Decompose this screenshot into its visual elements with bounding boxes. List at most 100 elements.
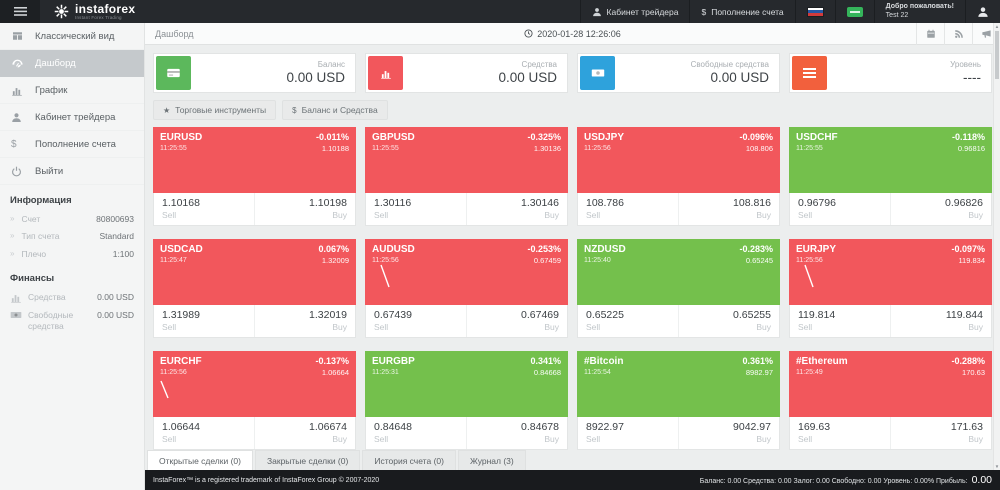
- sell-button[interactable]: 1.30116 Sell: [366, 193, 466, 225]
- tile-head: #Bitcoin 11:25:54 0.361% 8982.97: [577, 351, 780, 417]
- tile-head: #Ethereum 11:25:49 -0.288% 170.63: [789, 351, 992, 417]
- sell-button[interactable]: 0.67439 Sell: [366, 305, 466, 337]
- hamburger-icon: [14, 7, 27, 16]
- sidebar-item-классический-вид[interactable]: Классический вид: [0, 23, 144, 50]
- instrument-tile-audusd[interactable]: AUDUSD 11:25:56 -0.253% 0.67459 0.67439 …: [365, 239, 568, 338]
- scrollbar-thumb[interactable]: [995, 31, 999, 79]
- sell-button[interactable]: 1.10168 Sell: [154, 193, 254, 225]
- sell-button[interactable]: 119.814 Sell: [790, 305, 890, 337]
- instrument-tile-eurusd[interactable]: EURUSD 11:25:55 -0.011% 1.10188 1.10168 …: [153, 127, 356, 226]
- breadcrumb-bar: Дашборд 2020-01-28 12:26:06: [145, 23, 1000, 45]
- chevron-right-icon: »: [10, 249, 14, 258]
- change-percent: -0.096%: [739, 132, 773, 142]
- status-footer: InstaForex™ is a registered trademark of…: [145, 470, 1000, 490]
- buy-button[interactable]: 1.32019 Buy: [254, 305, 355, 337]
- sidebar-item-дашборд[interactable]: Дашборд: [0, 50, 144, 77]
- last-price: 119.834: [951, 256, 985, 265]
- instrument-tile-bitcoin[interactable]: #Bitcoin 11:25:54 0.361% 8982.97 8922.97…: [577, 351, 780, 450]
- breadcrumb: Дашборд: [145, 29, 194, 39]
- finance-rows: Средства 0.00 USD Свободные средства 0.0…: [0, 289, 144, 335]
- dollar-icon: $: [292, 106, 296, 115]
- rss-icon: [954, 29, 964, 39]
- instrument-tile-usdcad[interactable]: USDCAD 11:25:47 0.067% 1.32009 1.31989 S…: [153, 239, 356, 338]
- trading-instruments-button[interactable]: ★ Торговые инструменты: [153, 100, 276, 120]
- app-header: instaforex Instant Forex Trading Кабинет…: [0, 0, 1000, 23]
- tile-head: GBPUSD 11:25:55 -0.325% 1.30136: [365, 127, 568, 193]
- sell-button[interactable]: 169.63 Sell: [790, 417, 890, 449]
- tile-head: NZDUSD 11:25:40 -0.283% 0.65245: [577, 239, 780, 305]
- sidebar-item-выйти[interactable]: Выйти: [0, 158, 144, 185]
- buy-button[interactable]: 0.84678 Buy: [466, 417, 567, 449]
- sidebar-toggle-button[interactable]: [0, 0, 40, 23]
- sell-button[interactable]: 108.786 Sell: [578, 193, 678, 225]
- toolbar: ★ Торговые инструменты $ Баланс и Средст…: [145, 93, 1000, 120]
- sell-button[interactable]: 0.96796 Sell: [790, 193, 890, 225]
- instrument-tile-eurjpy[interactable]: EURJPY 11:25:56 -0.097% 119.834 119.814 …: [789, 239, 992, 338]
- info-section-title: Информация: [0, 185, 144, 211]
- bottom-tabs: Открытые сделки (0) Закрытые сделки (0) …: [145, 450, 1000, 470]
- trader-cabinet-label: Кабинет трейдера: [607, 7, 679, 17]
- sell-button[interactable]: 0.65225 Sell: [578, 305, 678, 337]
- sidebar: Классический вид Дашборд График Кабинет …: [0, 23, 145, 490]
- trading-dashboard: instaforex Instant Forex Trading Кабинет…: [0, 0, 1000, 490]
- sell-button[interactable]: 8922.97 Sell: [578, 417, 678, 449]
- bottom-tab[interactable]: История счета (0): [362, 450, 456, 470]
- payments-menu[interactable]: [835, 0, 874, 23]
- bottom-tab[interactable]: Открытые сделки (0): [147, 450, 253, 470]
- stat-card: Средства 0.00 USD: [365, 53, 568, 93]
- sell-button[interactable]: 0.84648 Sell: [366, 417, 466, 449]
- buy-button[interactable]: 1.30146 Buy: [466, 193, 567, 225]
- trader-cabinet-menu[interactable]: Кабинет трейдера: [580, 0, 690, 23]
- buy-button[interactable]: 1.10198 Buy: [254, 193, 355, 225]
- vertical-scrollbar[interactable]: ▲ ▼: [993, 23, 1000, 470]
- instrument-tile-eurchf[interactable]: EURCHF 11:25:56 -0.137% 1.06664 1.06644 …: [153, 351, 356, 450]
- balance-funds-button[interactable]: $ Баланс и Средства: [282, 100, 388, 120]
- instrument-grid: EURUSD 11:25:55 -0.011% 1.10188 1.10168 …: [145, 120, 1000, 450]
- scroll-down-icon[interactable]: ▼: [994, 464, 1000, 469]
- calendar-icon: [926, 29, 936, 39]
- news-feed-button[interactable]: [944, 23, 972, 45]
- profile-menu[interactable]: [965, 0, 1000, 23]
- instrument-tile-nzdusd[interactable]: NZDUSD 11:25:40 -0.283% 0.65245 0.65225 …: [577, 239, 780, 338]
- calendar-button[interactable]: [916, 23, 944, 45]
- sell-button[interactable]: 1.31989 Sell: [154, 305, 254, 337]
- buy-button[interactable]: 9042.97 Buy: [678, 417, 779, 449]
- change-percent: -0.288%: [951, 356, 985, 366]
- last-price: 0.96816: [952, 144, 985, 153]
- bottom-tab[interactable]: Журнал (3): [458, 450, 526, 470]
- buy-button[interactable]: 108.816 Buy: [678, 193, 779, 225]
- tile-head: EURJPY 11:25:56 -0.097% 119.834: [789, 239, 992, 305]
- finance-row: Средства 0.00 USD: [0, 289, 144, 306]
- instrument-tile-eurgbp[interactable]: EURGBP 11:25:31 0.341% 0.84668 0.84648 S…: [365, 351, 568, 450]
- instrument-tile-usdchf[interactable]: USDCHF 11:25:55 -0.118% 0.96816 0.96796 …: [789, 127, 992, 226]
- instrument-tile-usdjpy[interactable]: USDJPY 11:25:56 -0.096% 108.806 108.786 …: [577, 127, 780, 226]
- last-price: 1.06664: [315, 368, 349, 377]
- menu-icon: [792, 56, 827, 90]
- sidebar-item-пополнение-счета[interactable]: $ Пополнение счета: [0, 131, 144, 158]
- scroll-up-icon[interactable]: ▲: [994, 24, 1000, 29]
- sell-button[interactable]: 1.06644 Sell: [154, 417, 254, 449]
- main-content: Дашборд 2020-01-28 12:26:06: [145, 23, 1000, 470]
- buy-button[interactable]: 0.65255 Buy: [678, 305, 779, 337]
- power-icon: [11, 166, 25, 177]
- info-row: » Тип счета Standard: [0, 228, 144, 245]
- instaforex-logo[interactable]: instaforex Instant Forex Trading: [40, 0, 135, 23]
- sparkline-icon: [365, 239, 425, 299]
- instrument-tile-ethereum[interactable]: #Ethereum 11:25:49 -0.288% 170.63 169.63…: [789, 351, 992, 450]
- buy-button[interactable]: 119.844 Buy: [890, 305, 991, 337]
- buy-button[interactable]: 1.06674 Buy: [254, 417, 355, 449]
- bottom-tab[interactable]: Закрытые сделки (0): [255, 450, 360, 470]
- stat-card: Свободные средства 0.00 USD: [577, 53, 780, 93]
- last-price: 1.32009: [318, 256, 349, 265]
- buy-button[interactable]: 0.96826 Buy: [890, 193, 991, 225]
- deposit-menu[interactable]: $ Пополнение счета: [689, 0, 794, 23]
- language-switcher[interactable]: [795, 0, 835, 23]
- buy-button[interactable]: 171.63 Buy: [890, 417, 991, 449]
- stat-card: Уровень ----: [789, 53, 992, 93]
- sidebar-item-график[interactable]: График: [0, 77, 144, 104]
- instrument-tile-gbpusd[interactable]: GBPUSD 11:25:55 -0.325% 1.30136 1.30116 …: [365, 127, 568, 226]
- sidebar-item-кабинет-трейдера[interactable]: Кабинет трейдера: [0, 104, 144, 131]
- buy-button[interactable]: 0.67469 Buy: [466, 305, 567, 337]
- stat-label: Уровень: [827, 60, 981, 70]
- info-row: » Плечо 1:100: [0, 246, 144, 263]
